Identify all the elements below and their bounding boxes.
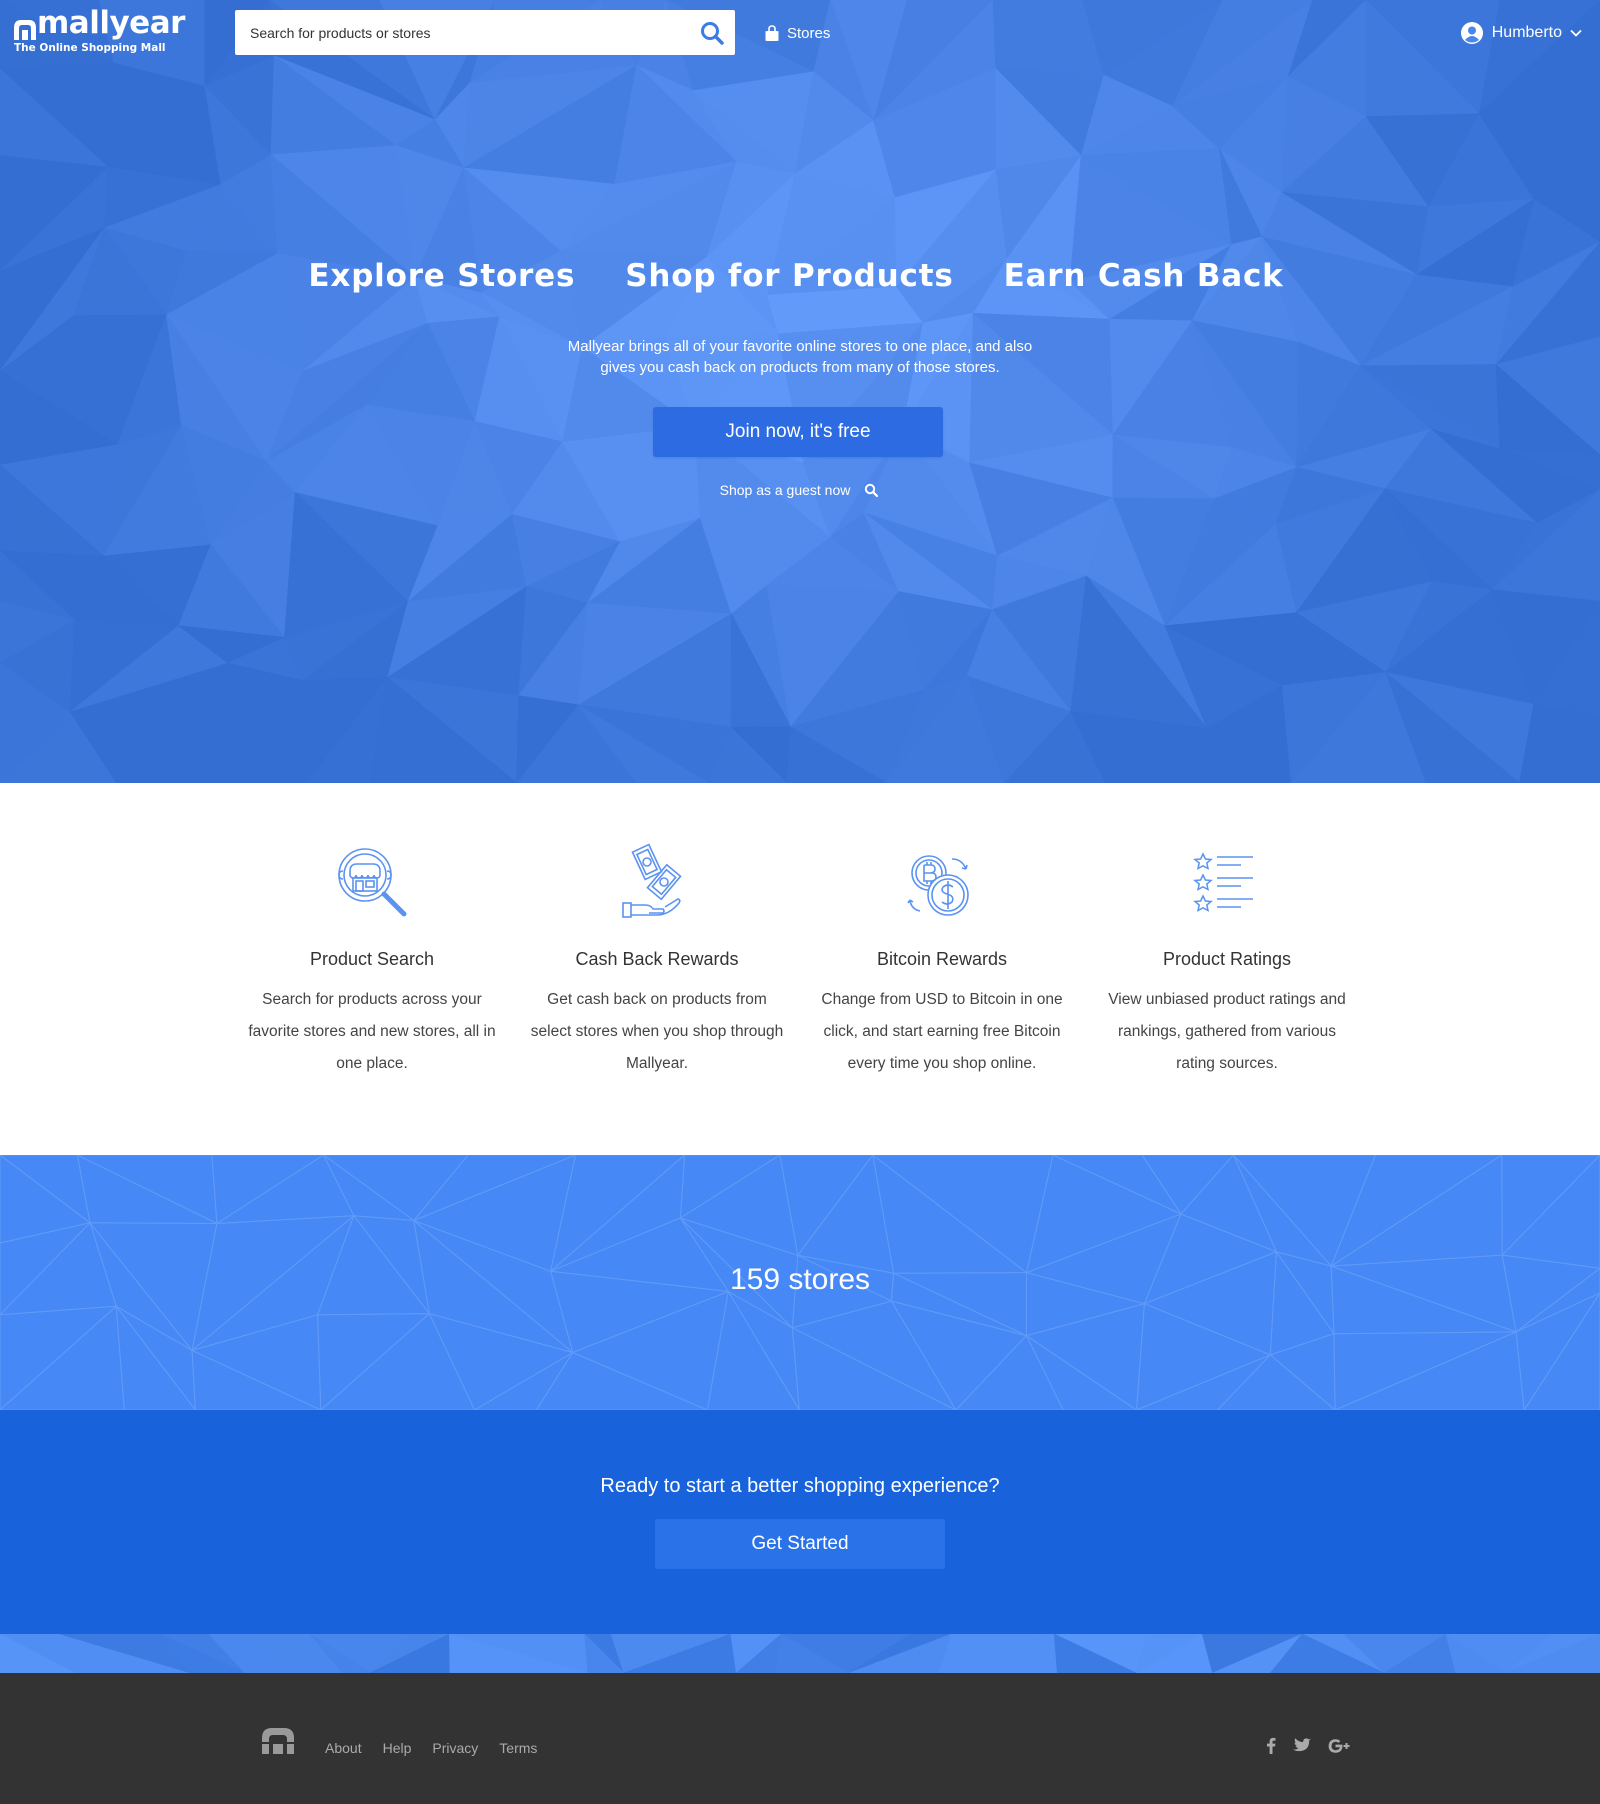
- feature-title: Bitcoin Rewards: [876, 949, 1008, 969]
- footer-links: About Help Privacy Terms: [325, 1740, 537, 1756]
- hero-headlines: Explore Stores Shop for Products Earn Ca…: [0, 258, 1596, 294]
- feature-description: Get cash back on products from select st…: [530, 991, 784, 1072]
- get-started-button[interactable]: Get Started: [655, 1519, 945, 1569]
- search-icon: [865, 483, 879, 497]
- user-menu[interactable]: Humberto: [1460, 20, 1582, 46]
- chevron-down-icon: [1570, 29, 1582, 37]
- nav-stores-label: Stores: [787, 24, 831, 42]
- feature-title: Cash Back Rewards: [575, 949, 739, 969]
- social-links: [1266, 1737, 1352, 1754]
- feature-title: Product Ratings: [1162, 949, 1292, 969]
- hero-description: Mallyear brings all of your favorite onl…: [567, 338, 1033, 376]
- shop-as-guest-link[interactable]: Shop as a guest now: [720, 482, 879, 498]
- feature-description: Change from USD to Bitcoin in one click,…: [821, 991, 1063, 1072]
- stores-count: 159 stores: [729, 1263, 871, 1296]
- user-avatar-icon: [1460, 22, 1483, 44]
- store-search-icon: [242, 843, 502, 927]
- google-plus-icon[interactable]: [1328, 1738, 1352, 1754]
- footer-logo-icon[interactable]: [260, 1725, 296, 1760]
- feature-bitcoin-rewards: Bitcoin Rewards Change from USD to Bitco…: [812, 843, 1072, 1080]
- footer-link-terms[interactable]: Terms: [499, 1740, 537, 1756]
- brand-logo[interactable]: mallyear The Online Shopping Mall: [13, 5, 185, 57]
- guest-link-row: Shop as a guest now: [0, 482, 1600, 498]
- logo-tagline: The Online Shopping Mall: [14, 42, 166, 54]
- headline-earn-cash-back: Earn Cash Back: [1003, 258, 1284, 294]
- nav-stores-link[interactable]: Stores: [764, 22, 830, 44]
- feature-description: Search for products across your favorite…: [248, 991, 496, 1072]
- footer-link-help[interactable]: Help: [383, 1740, 412, 1756]
- bitcoin-exchange-icon: [812, 843, 1072, 927]
- low-poly-background: [0, 0, 1600, 783]
- feature-title: Product Search: [309, 949, 435, 969]
- cta-section: Ready to start a better shopping experie…: [0, 1410, 1600, 1634]
- shop-as-guest-label: Shop as a guest now: [719, 482, 851, 498]
- strip-poly-background: [0, 1634, 1600, 1673]
- top-navbar: mallyear The Online Shopping Mall Stores: [0, 0, 1600, 66]
- hero-section: mallyear The Online Shopping Mall Stores: [0, 0, 1600, 783]
- user-name: Humberto: [1491, 24, 1562, 41]
- decorative-strip: [0, 1634, 1600, 1673]
- facebook-icon[interactable]: [1266, 1737, 1276, 1754]
- footer-link-about[interactable]: About: [325, 1740, 362, 1756]
- footer-link-privacy[interactable]: Privacy: [432, 1740, 478, 1756]
- search-bar: [235, 10, 735, 55]
- cta-text: Ready to start a better shopping experie…: [600, 1475, 1000, 1497]
- search-input[interactable]: [235, 10, 675, 55]
- stores-count-band: 159 stores: [0, 1155, 1600, 1410]
- headline-explore-stores: Explore Stores: [308, 258, 576, 294]
- headline-shop-products: Shop for Products: [625, 258, 954, 294]
- join-now-button[interactable]: Join now, it's free: [653, 407, 943, 457]
- search-icon[interactable]: [699, 20, 725, 46]
- twitter-icon[interactable]: [1293, 1738, 1311, 1753]
- cash-hand-icon: [527, 843, 787, 927]
- feature-product-ratings: Product Ratings View unbiased product ra…: [1097, 843, 1357, 1080]
- star-list-icon: [1097, 843, 1357, 927]
- site-footer: About Help Privacy Terms: [0, 1673, 1600, 1804]
- features-section: Product Search Search for products acros…: [0, 783, 1600, 1155]
- feature-product-search: Product Search Search for products acros…: [242, 843, 502, 1080]
- shopping-bag-icon: [765, 24, 779, 41]
- feature-cash-back-rewards: Cash Back Rewards Get cash back on produ…: [527, 843, 787, 1080]
- logo-wordmark: mallyear: [37, 5, 185, 41]
- logo-mark-icon: [14, 20, 36, 40]
- feature-description: View unbiased product ratings and rankin…: [1108, 991, 1346, 1072]
